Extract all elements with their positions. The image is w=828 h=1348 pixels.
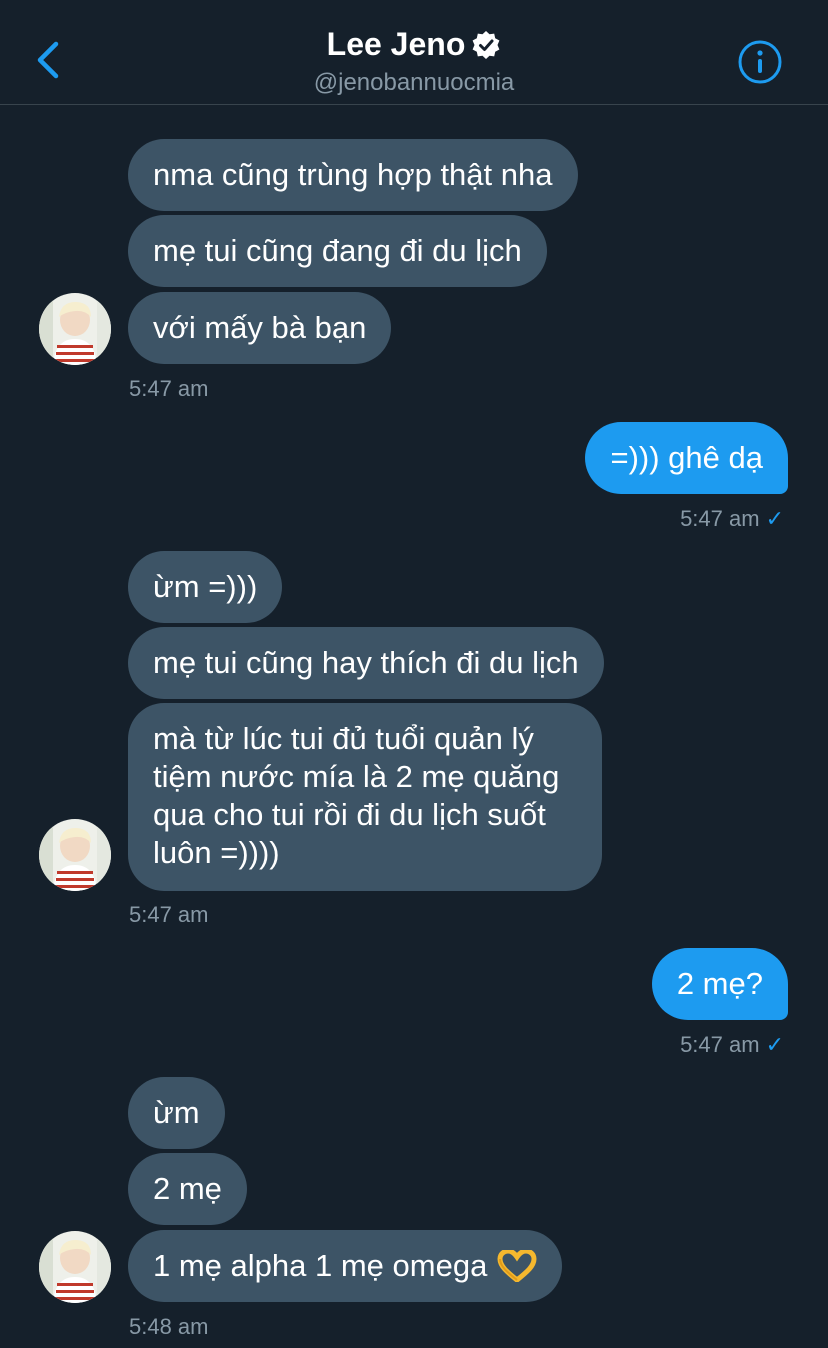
message-text: 1 mẹ alpha 1 mẹ omega xyxy=(153,1248,488,1283)
heart-hands-emoji-icon xyxy=(497,1250,537,1282)
message-timestamp: 5:47 am ✓ xyxy=(680,506,784,532)
avatar-photo xyxy=(39,819,111,891)
contact-avatar[interactable] xyxy=(39,819,111,891)
timestamp-text: 5:47 am xyxy=(129,902,209,927)
avatar-photo xyxy=(39,293,111,365)
header-title-block[interactable]: Lee Jeno @jenobannuocmia xyxy=(0,26,828,97)
message-bubble-incoming[interactable]: mẹ tui cũng đang đi du lịch xyxy=(128,215,547,287)
message-bubble-incoming[interactable]: với mấy bà bạn xyxy=(128,292,392,364)
contact-avatar[interactable] xyxy=(39,1231,111,1303)
sent-check-icon: ✓ xyxy=(765,1032,784,1057)
message-timestamp: 5:47 am ✓ xyxy=(680,1032,784,1058)
sent-check-icon: ✓ xyxy=(765,506,784,531)
timestamp-text: 5:47 am xyxy=(680,1032,760,1057)
message-timestamp: 5:47 am xyxy=(129,376,209,402)
timestamp-text: 5:48 am xyxy=(129,1314,209,1339)
conversation-header: Lee Jeno @jenobannuocmia xyxy=(0,0,828,105)
message-bubble-outgoing[interactable]: 2 mẹ? xyxy=(651,948,788,1020)
timestamp-text: 5:47 am xyxy=(680,506,760,531)
message-bubble-incoming[interactable]: 1 mẹ alpha 1 mẹ omega xyxy=(128,1230,563,1302)
info-icon[interactable] xyxy=(737,39,783,85)
message-bubble-incoming[interactable]: 2 mẹ xyxy=(128,1153,247,1225)
message-timestamp: 5:48 am xyxy=(129,1314,209,1340)
message-bubble-incoming[interactable]: mà từ lúc tui đủ tuổi quản lý tiệm nước … xyxy=(128,703,602,891)
message-bubble-outgoing[interactable]: =))) ghê dạ xyxy=(585,422,788,494)
verified-badge-icon xyxy=(472,30,500,59)
message-bubble-incoming[interactable]: ừm =))) xyxy=(128,551,283,623)
timestamp-text: 5:47 am xyxy=(129,376,209,401)
contact-handle: @jenobannuocmia xyxy=(313,69,515,96)
avatar-photo xyxy=(39,1231,111,1303)
contact-name-row: Lee Jeno xyxy=(327,26,502,63)
contact-name: Lee Jeno xyxy=(326,26,466,62)
message-bubble-incoming[interactable]: ừm xyxy=(128,1077,225,1149)
contact-avatar[interactable] xyxy=(39,293,111,365)
message-timestamp: 5:47 am xyxy=(129,902,209,928)
message-bubble-incoming[interactable]: mẹ tui cũng hay thích đi du lịch xyxy=(128,627,604,699)
message-bubble-incoming[interactable]: nma cũng trùng hợp thật nha xyxy=(128,139,578,211)
